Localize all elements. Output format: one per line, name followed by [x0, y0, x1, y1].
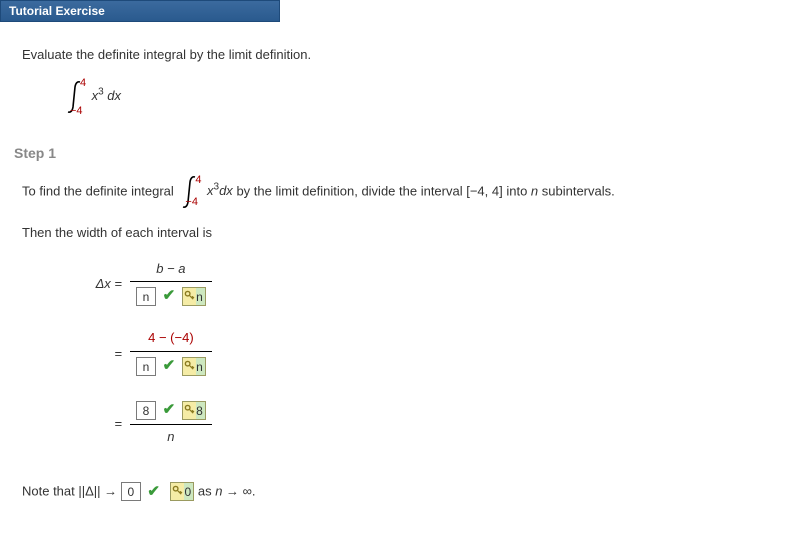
step1-line2: Then the width of each interval is	[22, 223, 781, 244]
answer-input-2[interactable]: n	[136, 357, 156, 376]
delta-x-row-2: = 4 − (−4) n ✔ n	[82, 326, 781, 380]
solution-key-button-3[interactable]: 8	[182, 401, 206, 420]
section-header: Tutorial Exercise	[0, 0, 280, 22]
equals-3: =	[82, 416, 130, 431]
delta-x-row-1: Δx = b − a n ✔ n	[82, 257, 781, 311]
check-icon: ✔	[163, 284, 176, 308]
answer-input-1[interactable]: n	[136, 287, 156, 306]
prompt-integral: 4 −4 x3 dx	[62, 79, 781, 115]
numerator-1: b − a	[130, 257, 212, 283]
solution-key-button-4[interactable]: 0	[170, 482, 194, 501]
inline-integrand: x3dx	[207, 183, 236, 198]
solution-key-button-2[interactable]: n	[182, 357, 206, 376]
step-heading: Step 1	[14, 145, 781, 161]
dx-label: Δx =	[82, 276, 130, 291]
check-icon: ✔	[147, 480, 160, 504]
check-icon: ✔	[163, 398, 176, 422]
upper-limit: 4	[80, 77, 86, 89]
solution-key-button-1[interactable]: n	[182, 287, 206, 306]
check-icon: ✔	[163, 354, 176, 378]
answer-input-4[interactable]: 0	[121, 482, 141, 501]
prompt-text: Evaluate the definite integral by the li…	[22, 45, 781, 66]
upper-limit: 4	[195, 172, 201, 190]
section-title: Tutorial Exercise	[9, 4, 105, 18]
lower-limit: −4	[70, 105, 83, 117]
numerator-2: 4 − (−4)	[130, 326, 212, 352]
integrand: x3 dx	[92, 88, 121, 103]
fraction-1: b − a n ✔ n	[130, 257, 212, 311]
lower-limit: −4	[185, 194, 198, 212]
denominator-2: n ✔ n	[130, 352, 212, 380]
equals-2: =	[82, 346, 130, 361]
denominator-3: n	[130, 425, 212, 450]
step1-line1: To find the definite integral 4 −4 x3dx …	[22, 174, 781, 210]
inline-integral: 4 −4	[177, 174, 203, 210]
note-line: Note that ||Δ|| → 0 ✔ 0 as n → ∞.	[22, 480, 781, 504]
delta-x-row-3: = 8 ✔ 8 n	[82, 396, 781, 450]
fraction-2: 4 − (−4) n ✔ n	[130, 326, 212, 380]
integral-symbol: 4 −4	[62, 79, 88, 115]
content-area: Evaluate the definite integral by the li…	[0, 22, 803, 527]
fraction-3: 8 ✔ 8 n	[130, 396, 212, 450]
answer-input-3[interactable]: 8	[136, 401, 156, 420]
denominator-1: n ✔ n	[130, 282, 212, 310]
numerator-3: 8 ✔ 8	[130, 396, 212, 425]
